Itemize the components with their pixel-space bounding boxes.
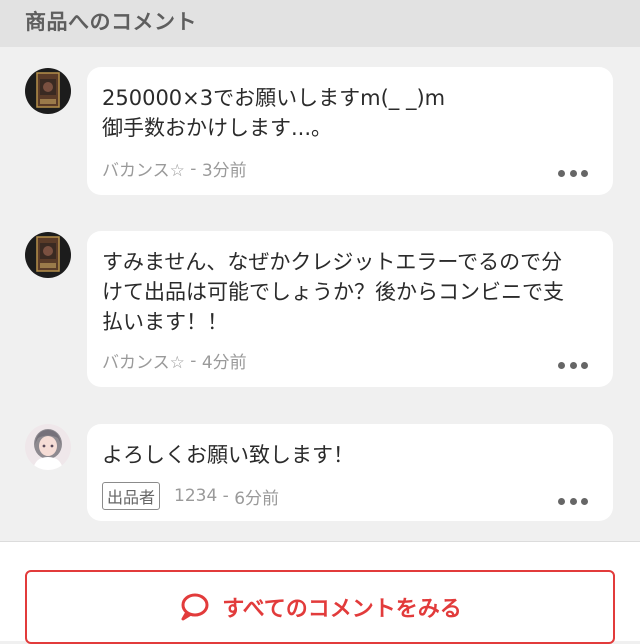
comment-item: よろしくお願い致します！ 出品者 1234 - 6分前 [0,424,640,521]
comment-bubble: 250000×3でお願いしますm(_ _)m 御手数おかけします...。 バカン… [87,67,613,195]
view-all-comments-label: すべてのコメントをみる [222,597,462,622]
comment-text-line: 御手数おかけします...。 [102,116,333,140]
comment-time: 3分前 [201,161,247,181]
comment-text: すみません、なぜかクレジットエラーでるので分 けて出品は可能でしょうか？後からコ… [102,247,602,337]
meta-separator: - [184,158,202,179]
comment-author[interactable]: バカンス☆ [102,156,185,181]
meta-separator: - [184,350,202,371]
more-options-icon[interactable] [558,169,588,177]
comment-item: すみません、なぜかクレジットエラーでるので分 けて出品は可能でしょうか？後からコ… [0,231,640,387]
avatar[interactable] [25,68,71,114]
comment-item: 250000×3でお願いしますm(_ _)m 御手数おかけします...。 バカン… [0,67,640,195]
comment-meta: 出品者 1234 - 6分前 [102,482,279,510]
comment-author[interactable]: 1234 [174,486,217,506]
more-options-icon[interactable] [558,361,588,369]
view-all-comments-button[interactable]: すべてのコメントをみる [25,570,615,644]
comment-text-line: よろしくお願い致します！ [102,443,354,467]
comment-text: よろしくお願い致します！ [102,440,602,470]
more-options-icon[interactable] [558,497,588,505]
comment-author[interactable]: バカンス☆ [102,348,185,373]
footer-area: すべてのコメントをみる [0,541,640,644]
avatar[interactable] [25,232,71,278]
comment-meta: バカンス☆ - 3分前 [102,156,247,182]
comment-time: 4分前 [201,353,247,373]
comment-text-line: 払います！！ [102,310,228,334]
speech-bubble-icon [181,593,209,621]
section-header: 商品へのコメント [0,0,640,47]
seller-badge: 出品者 [102,482,161,510]
meta-separator: - [217,486,235,506]
avatar[interactable] [25,424,71,470]
comment-bubble: よろしくお願い致します！ 出品者 1234 - 6分前 [87,424,613,521]
section-title: 商品へのコメント [25,10,197,34]
comment-text-line: けて出品は可能でしょうか？後からコンビニで支 [102,280,564,304]
comment-text-line: 250000×3でお願いしますm(_ _)m [102,86,446,110]
comment-text: 250000×3でお願いしますm(_ _)m 御手数おかけします...。 [102,83,602,143]
comment-text-line: すみません、なぜかクレジットエラーでるので分 [102,250,563,274]
comment-list: 250000×3でお願いしますm(_ _)m 御手数おかけします...。 バカン… [0,47,640,541]
comment-meta: バカンス☆ - 4分前 [102,348,247,374]
comment-bubble: すみません、なぜかクレジットエラーでるので分 けて出品は可能でしょうか？後からコ… [87,231,613,387]
comment-time: 6分前 [234,488,280,509]
